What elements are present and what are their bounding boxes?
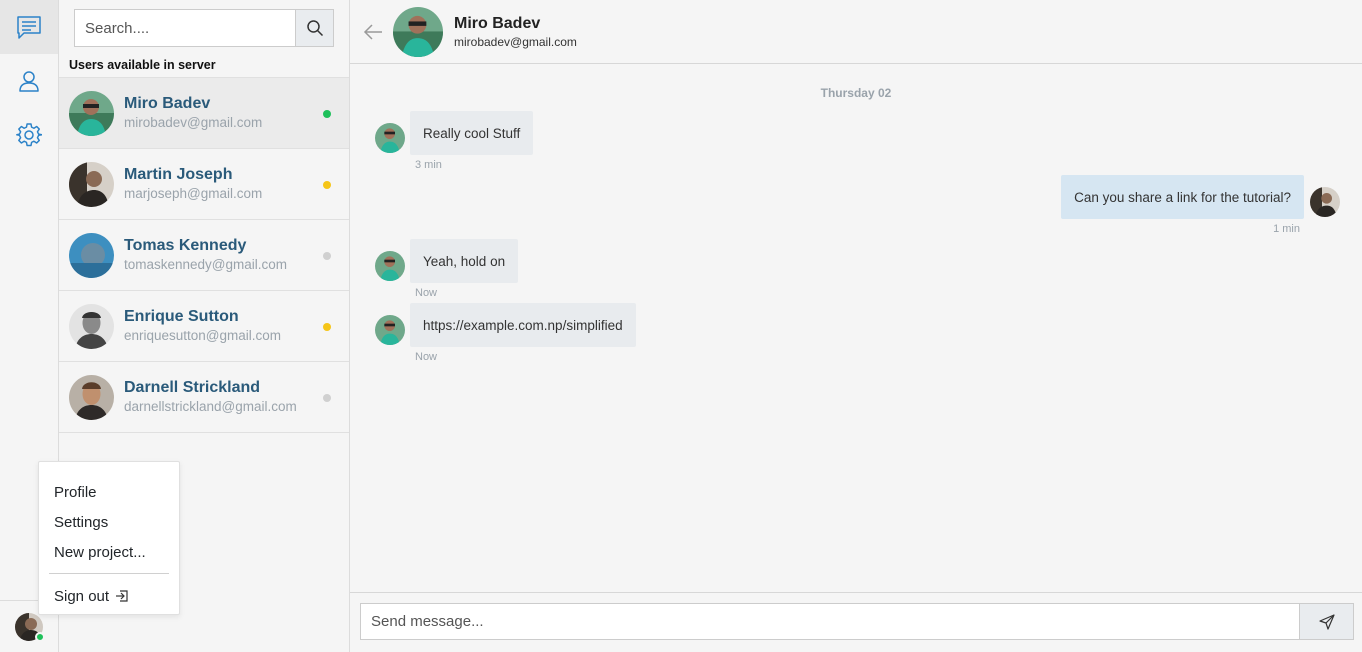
search-icon bbox=[306, 20, 323, 37]
user-list: Miro Badev mirobadev@gmail.com Martin Jo… bbox=[59, 77, 349, 433]
gear-icon bbox=[16, 123, 42, 147]
send-button[interactable] bbox=[1299, 603, 1354, 640]
message-time: Now bbox=[415, 351, 438, 363]
status-dot-offline bbox=[323, 252, 331, 260]
avatar bbox=[69, 161, 114, 207]
chat-app: Profile Settings New project... Sign out… bbox=[0, 0, 1362, 652]
user-item-tomas-kennedy[interactable]: Tomas Kennedy tomaskennedy@gmail.com bbox=[59, 220, 349, 291]
nav-profile-button[interactable] bbox=[0, 54, 58, 108]
user-name: Darnell Strickland bbox=[124, 379, 261, 396]
message-composer bbox=[350, 592, 1362, 652]
message-time: 3 min bbox=[415, 159, 442, 171]
avatar bbox=[69, 374, 114, 420]
status-dot-online bbox=[323, 110, 331, 118]
user-icon bbox=[19, 71, 39, 92]
avatar bbox=[69, 303, 114, 349]
current-user-avatar[interactable] bbox=[15, 612, 45, 642]
user-email: tomaskennedy@gmail.com bbox=[124, 257, 288, 272]
sign-out-label: Sign out bbox=[54, 587, 110, 605]
sender-avatar bbox=[375, 251, 405, 281]
avatar bbox=[69, 90, 114, 136]
sign-out-icon bbox=[116, 590, 128, 602]
nav-chats-button[interactable] bbox=[0, 0, 58, 54]
message-time: 1 min bbox=[1273, 223, 1300, 235]
contact-avatar bbox=[393, 6, 443, 57]
chat-panel: Miro Badev mirobadev@gmail.com Thursday … bbox=[350, 0, 1362, 652]
menu-item-sign-out[interactable]: Sign out bbox=[39, 581, 179, 611]
day-separator: Thursday 02 bbox=[820, 86, 892, 100]
message-incoming: https://example.com.np/simplified Now bbox=[410, 303, 636, 363]
sender-avatar bbox=[375, 123, 405, 153]
user-item-enrique-sutton[interactable]: Enrique Sutton enriquesutton@gmail.com bbox=[59, 291, 349, 362]
nav-settings-button[interactable] bbox=[0, 108, 58, 162]
message-bubble: Really cool Stuff bbox=[410, 111, 534, 155]
status-dot-away bbox=[323, 181, 331, 189]
user-name: Tomas Kennedy bbox=[124, 237, 247, 254]
user-name: Miro Badev bbox=[124, 95, 211, 112]
status-dot-away bbox=[323, 323, 331, 331]
message-incoming: Yeah, hold on Now bbox=[410, 239, 519, 299]
send-icon bbox=[1318, 613, 1335, 630]
user-item-miro-badev[interactable]: Miro Badev mirobadev@gmail.com bbox=[59, 78, 349, 149]
arrow-left-icon bbox=[363, 23, 382, 40]
message-bubble: Yeah, hold on bbox=[410, 239, 519, 283]
user-email: marjoseph@gmail.com bbox=[124, 186, 263, 201]
search-button[interactable] bbox=[295, 10, 333, 46]
search-box bbox=[74, 9, 334, 47]
user-email: mirobadev@gmail.com bbox=[124, 115, 263, 130]
menu-item-new-project[interactable]: New project... bbox=[39, 537, 179, 567]
user-item-darnell-strickland[interactable]: Darnell Strickland darnellstrickland@gma… bbox=[59, 362, 349, 433]
message-outgoing: Can you share a link for the tutorial? 1… bbox=[1061, 175, 1304, 235]
message-bubble-link[interactable]: https://example.com.np/simplified bbox=[410, 303, 636, 347]
sender-avatar bbox=[1310, 187, 1340, 217]
back-button[interactable] bbox=[362, 21, 384, 43]
user-name: Enrique Sutton bbox=[124, 308, 239, 325]
contact-name: Miro Badev bbox=[454, 15, 541, 32]
menu-divider bbox=[49, 573, 169, 574]
message-time: Now bbox=[415, 287, 438, 299]
sender-avatar bbox=[375, 315, 405, 345]
user-item-martin-joseph[interactable]: Martin Joseph marjoseph@gmail.com bbox=[59, 149, 349, 220]
menu-item-profile[interactable]: Profile bbox=[39, 477, 179, 507]
menu-item-settings[interactable]: Settings bbox=[39, 507, 179, 537]
avatar bbox=[69, 232, 114, 278]
contact-email: mirobadev@gmail.com bbox=[454, 35, 577, 49]
users-heading: Users available in server bbox=[69, 58, 216, 72]
user-email: enriquesutton@gmail.com bbox=[124, 328, 282, 343]
status-dot-offline bbox=[323, 394, 331, 402]
search-input[interactable] bbox=[75, 10, 295, 46]
user-name: Martin Joseph bbox=[124, 166, 233, 183]
message-incoming: Really cool Stuff 3 min bbox=[410, 111, 534, 171]
chat-icon bbox=[17, 16, 41, 39]
chat-header: Miro Badev mirobadev@gmail.com bbox=[350, 0, 1362, 64]
online-status-dot bbox=[35, 631, 45, 642]
message-bubble: Can you share a link for the tutorial? bbox=[1061, 175, 1304, 219]
message-input[interactable] bbox=[360, 603, 1300, 640]
user-menu: Profile Settings New project... Sign out bbox=[38, 461, 180, 615]
user-email: darnellstrickland@gmail.com bbox=[124, 399, 297, 414]
